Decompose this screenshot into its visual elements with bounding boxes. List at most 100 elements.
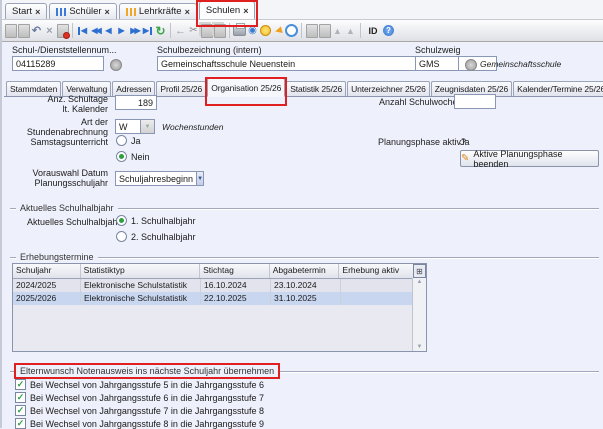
help-button[interactable]: ? [382, 22, 395, 39]
end-planning-phase-button[interactable]: ✎ Aktive Planungsphase beenden [460, 150, 599, 167]
group-title: Elternwunsch Notenausweis ins nächste Sc… [20, 366, 274, 376]
close-icon[interactable]: × [185, 7, 190, 17]
refresh-button[interactable]: ↻ [154, 22, 167, 39]
group-line [10, 257, 16, 258]
half-year-option-1[interactable]: 1. Schulhalbjahr [116, 215, 196, 226]
radio-icon-selected[interactable] [116, 151, 127, 162]
toolbar-separator [72, 23, 73, 38]
school-weeks-input[interactable] [454, 94, 496, 109]
undo-button[interactable]: ↶ [30, 22, 43, 39]
fast-prev-button[interactable]: ◀◀ [89, 22, 102, 39]
radio-icon[interactable] [116, 231, 127, 242]
school-branch-input[interactable]: GMS [415, 56, 459, 71]
half-year-option-2[interactable]: 2. Schulhalbjahr [116, 231, 196, 242]
scissors-icon: ✂ [189, 25, 197, 36]
school-number-label: Schul-/Dienststellennum... [12, 45, 117, 55]
checkbox-row-5-6[interactable]: ✓ Bei Wechsel von Jahrgangsstufe 5 in di… [15, 379, 264, 390]
tab-statistik[interactable]: Statistik 25/26 [286, 81, 346, 96]
tab-label: Kalender/Termine 25/26 [517, 84, 603, 94]
delete-button[interactable]: × [43, 22, 56, 39]
upload-button[interactable]: ▲ [331, 22, 344, 39]
preselect-date-combo[interactable]: Schuljahresbeginn ▼ [115, 171, 203, 186]
label-line: Planungsschuljahr [10, 178, 108, 188]
tab-profil[interactable]: Profil 25/26 [156, 81, 206, 96]
tab-organisation[interactable]: Organisation 25/26 [207, 78, 285, 97]
first-record-icon: ◀ [78, 27, 87, 35]
preview-button[interactable]: ◉ [246, 22, 259, 39]
hint-button[interactable] [259, 22, 272, 39]
hours-mode-combo[interactable]: W ▼ [115, 119, 155, 134]
school-number-input[interactable]: 04115289 [12, 56, 104, 71]
column-header[interactable]: Schuljahr [13, 264, 81, 278]
back-button[interactable]: ← [174, 22, 187, 39]
window-tab-bar: Start × Schüler × Lehrkräfte × Schulen × [2, 0, 603, 19]
lookup-circle-icon[interactable] [465, 59, 477, 71]
checkbox-checked[interactable]: ✓ [15, 405, 26, 416]
table-scrollbar[interactable]: ▲ ▼ [412, 278, 426, 351]
group-title: Erhebungstermine [20, 252, 94, 262]
tab-start[interactable]: Start × [5, 3, 47, 19]
column-config-button[interactable]: ⊞ [413, 264, 426, 278]
reminder-button[interactable] [285, 22, 298, 39]
checkbox-checked[interactable]: ✓ [15, 392, 26, 403]
group-line [10, 371, 16, 372]
group-title-text: Elternwunsch Notenausweis ins nächste Sc… [20, 366, 274, 376]
edit-form-button[interactable] [56, 22, 69, 39]
radio-icon-selected[interactable] [116, 215, 127, 226]
copy-button[interactable] [200, 22, 213, 39]
delete-icon: × [46, 25, 52, 37]
new-record-button[interactable] [4, 22, 17, 39]
cell-statistiktyp: Elektronische Schulstatistik [81, 292, 201, 305]
checkbox-row-6-7[interactable]: ✓ Bei Wechsel von Jahrgangsstufe 6 in di… [15, 392, 264, 403]
next-record-button[interactable]: ▶ [115, 22, 128, 39]
first-record-button[interactable]: ◀ [76, 22, 89, 39]
prev-record-button[interactable]: ◀ [102, 22, 115, 39]
cell-schuljahr: 2025/2026 [13, 292, 81, 305]
checkbox-row-8-9[interactable]: ✓ Bei Wechsel von Jahrgangsstufe 8 in di… [15, 418, 264, 429]
table-row-selected[interactable]: 2025/2026 Elektronische Schulstatistik 2… [13, 292, 426, 305]
column-header[interactable]: Abgabetermin [270, 264, 340, 278]
print-button[interactable] [233, 22, 246, 39]
checkbox-checked[interactable]: ✓ [15, 379, 26, 390]
refresh-icon: ↻ [155, 24, 165, 38]
export-button[interactable] [305, 22, 318, 39]
close-icon[interactable]: × [35, 7, 40, 17]
tab-kalender-termine[interactable]: Kalender/Termine 25/26 [513, 81, 603, 96]
announce-button[interactable]: ◀ [272, 22, 285, 39]
saturday-option-ja[interactable]: Ja [116, 135, 141, 146]
checkbox-label: Bei Wechsel von Jahrgangsstufe 8 in die … [30, 419, 264, 429]
tab-schueler[interactable]: Schüler × [49, 3, 116, 19]
close-icon[interactable]: × [243, 6, 248, 16]
checkbox-row-7-8[interactable]: ✓ Bei Wechsel von Jahrgangsstufe 7 in di… [15, 405, 264, 416]
tab-schulen[interactable]: Schulen × [199, 1, 256, 19]
saturday-option-nein[interactable]: Nein [116, 151, 150, 162]
form-icon [57, 24, 69, 38]
tab-unterzeichner[interactable]: Unterzeichner 25/26 [347, 81, 430, 96]
close-icon[interactable]: × [105, 7, 110, 17]
tab-label: Lehrkräfte [139, 6, 182, 17]
checkbox-checked[interactable]: ✓ [15, 418, 26, 429]
last-record-button[interactable]: ▶ [141, 22, 154, 39]
paste-button[interactable] [213, 22, 226, 39]
cut-button[interactable]: ✂ [187, 22, 200, 39]
fast-next-button[interactable]: ▶▶ [128, 22, 141, 39]
column-header[interactable]: Statistiktyp [81, 264, 200, 278]
school-days-input[interactable]: 189 [115, 95, 157, 110]
tab-lehrkraefte[interactable]: Lehrkräfte × [119, 3, 197, 19]
column-header[interactable]: Erhebung aktiv [339, 264, 413, 278]
scroll-up-icon[interactable]: ▲ [413, 279, 426, 285]
scroll-down-icon[interactable]: ▼ [413, 344, 426, 350]
id-button[interactable]: ID [364, 22, 382, 39]
save-button[interactable] [17, 22, 30, 39]
hours-mode-hint: Wochenstunden [162, 122, 223, 132]
badge-dot [63, 32, 70, 39]
import-button[interactable] [318, 22, 331, 39]
chevron-down-icon[interactable]: ▼ [196, 171, 204, 186]
upload2-button[interactable]: ▲ [344, 22, 357, 39]
column-header[interactable]: Stichtag [200, 264, 270, 278]
chevron-down-icon[interactable]: ▼ [140, 119, 155, 134]
lookup-circle-icon[interactable] [110, 59, 122, 71]
tab-adressen[interactable]: Adressen [112, 81, 155, 96]
table-row[interactable]: 2024/2025 Elektronische Schulstatistik 1… [13, 279, 426, 292]
radio-icon[interactable] [116, 135, 127, 146]
